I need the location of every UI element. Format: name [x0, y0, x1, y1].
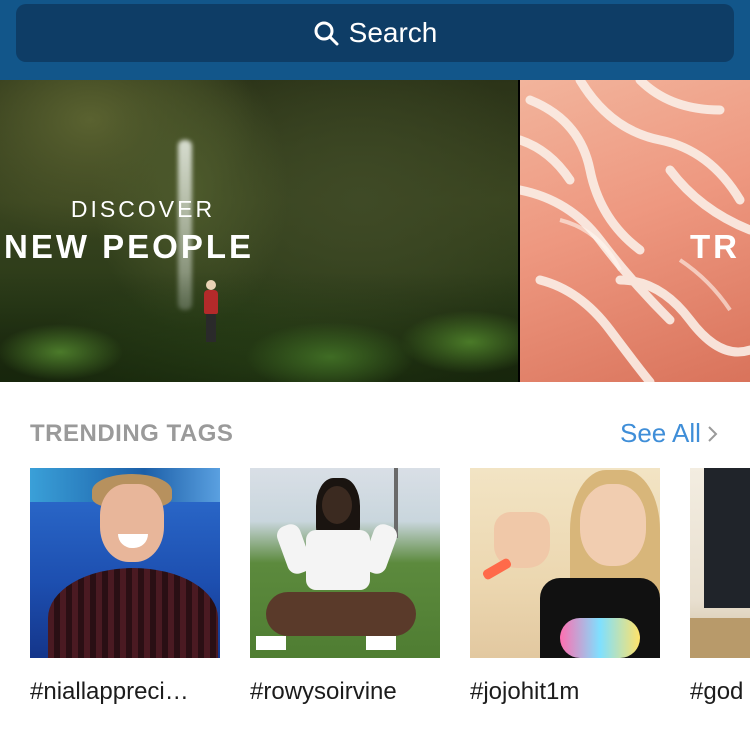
carousel-card-trending[interactable]: TR — [520, 80, 750, 382]
see-all-label: See All — [620, 418, 701, 448]
search-field[interactable]: Search — [16, 4, 734, 62]
fern-foliage-image — [0, 272, 518, 382]
card-headline: NEW PEOPLE — [4, 228, 255, 265]
tag-label: #niallappreci… — [30, 678, 189, 705]
card-kicker: DISCOVER — [70, 196, 216, 222]
top-bar: Search — [0, 0, 750, 80]
trending-tags-row[interactable]: #niallappreci… #rowysoirvine #jojohit1m — [0, 468, 750, 728]
chevron-right-icon — [708, 425, 718, 442]
tag-card[interactable]: #jojohit1m — [470, 468, 660, 705]
search-label: Search — [348, 17, 438, 48]
tag-card[interactable]: #rowysoirvine — [250, 468, 440, 705]
card-headline-partial: TR — [690, 228, 740, 265]
tag-thumbnail — [30, 468, 220, 658]
section-title: TRENDING TAGS — [30, 420, 234, 447]
tag-label: #jojohit1m — [470, 678, 580, 705]
trending-tags-header: TRENDING TAGS See All — [0, 382, 750, 468]
tag-thumbnail — [690, 468, 750, 658]
search-icon — [314, 21, 339, 46]
carousel-card-discover-people[interactable]: DISCOVER NEW PEOPLE — [0, 80, 518, 382]
see-all-link[interactable]: See All — [620, 418, 719, 449]
tag-label: #god — [690, 678, 744, 705]
tag-card[interactable]: #niallappreci… — [30, 468, 220, 705]
tag-card[interactable]: #god — [690, 468, 750, 705]
featured-carousel[interactable]: DISCOVER NEW PEOPLE TR — [0, 80, 750, 382]
tag-thumbnail — [250, 468, 440, 658]
tag-thumbnail — [470, 468, 660, 658]
tag-label: #rowysoirvine — [250, 678, 397, 705]
hiker-figure — [204, 280, 218, 344]
